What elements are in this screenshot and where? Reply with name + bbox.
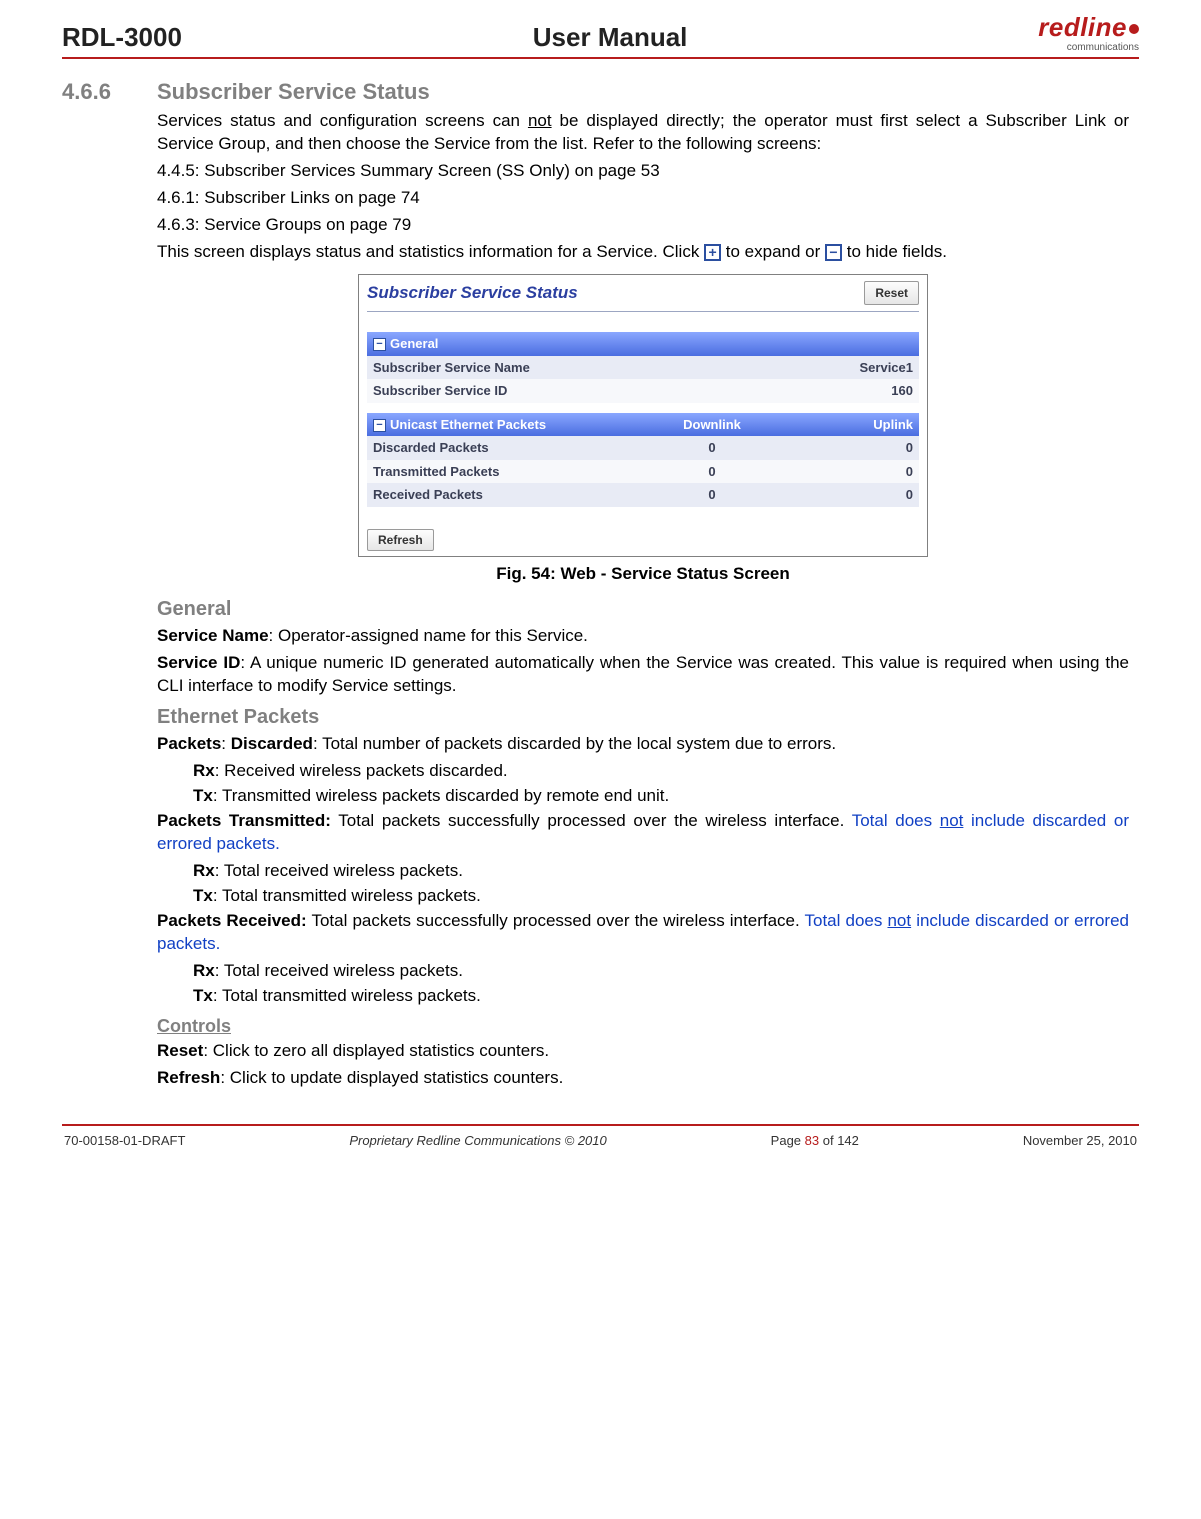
doc-model: RDL-3000	[62, 20, 182, 55]
packets-header: Unicast Ethernet Packets	[390, 417, 546, 432]
service-name-def: Service Name: Operator-assigned name for…	[157, 625, 1129, 648]
section-title: Subscriber Service Status	[157, 77, 430, 107]
divider	[367, 311, 919, 312]
ref-line-1: 4.4.5: Subscriber Services Summary Scree…	[157, 160, 1129, 183]
cell-value: 0	[643, 483, 781, 507]
logo-dot-icon	[1129, 24, 1139, 34]
packets-discarded-def: Packets: Discarded: Total number of pack…	[157, 733, 1129, 756]
cell-value: 0	[643, 460, 781, 484]
intro-paragraph: Services status and configuration screen…	[157, 110, 1129, 156]
plus-icon: +	[704, 244, 721, 261]
svc-name-label: Subscriber Service Name	[367, 356, 765, 380]
cell-value: 0	[781, 483, 919, 507]
rxv-rx: Rx: Total received wireless packets.	[157, 960, 1129, 983]
ref-line-3: 4.6.3: Service Groups on page 79	[157, 214, 1129, 237]
general-header: General	[390, 336, 438, 351]
collapse-icon[interactable]: −	[373, 419, 386, 432]
minus-icon: −	[825, 244, 842, 261]
footer-rule	[62, 1124, 1139, 1126]
doc-title: User Manual	[533, 20, 688, 55]
row-received: Received Packets	[367, 483, 643, 507]
footer-date: November 25, 2010	[1023, 1132, 1137, 1150]
disc-tx: Tx: Transmitted wireless packets discard…	[157, 785, 1129, 808]
logo-text: redline	[1038, 12, 1127, 42]
ethernet-heading: Ethernet Packets	[157, 704, 1129, 731]
cell-value: 0	[781, 436, 919, 460]
panel-title: Subscriber Service Status	[367, 282, 578, 305]
collapse-icon[interactable]: −	[373, 338, 386, 351]
row-discarded: Discarded Packets	[367, 436, 643, 460]
reset-def: Reset: Click to zero all displayed stati…	[157, 1040, 1129, 1063]
screen-desc: This screen displays status and statisti…	[157, 241, 1129, 264]
page-header: RDL-3000 User Manual redline communicati…	[62, 10, 1139, 59]
brand-logo: redline communications	[1038, 10, 1139, 55]
packets-table: −Unicast Ethernet Packets Downlink Uplin…	[367, 413, 919, 507]
packets-transmitted-def: Packets Transmitted: Total packets succe…	[157, 810, 1129, 856]
svc-id-value: 160	[765, 379, 919, 403]
controls-heading: Controls	[157, 1014, 1129, 1038]
packets-received-def: Packets Received: Total packets successf…	[157, 910, 1129, 956]
txm-rx: Rx: Total received wireless packets.	[157, 860, 1129, 883]
general-table: −General Subscriber Service NameService1…	[367, 332, 919, 403]
doc-number: 70-00158-01-DRAFT	[64, 1132, 185, 1150]
embedded-screenshot: Subscriber Service Status Reset −General…	[358, 274, 928, 558]
cell-value: 0	[781, 460, 919, 484]
row-transmitted: Transmitted Packets	[367, 460, 643, 484]
cell-value: 0	[643, 436, 781, 460]
svc-id-label: Subscriber Service ID	[367, 379, 765, 403]
txm-tx: Tx: Total transmitted wireless packets.	[157, 885, 1129, 908]
rxv-tx: Tx: Total transmitted wireless packets.	[157, 985, 1129, 1008]
svc-name-value: Service1	[765, 356, 919, 380]
service-id-def: Service ID: A unique numeric ID generate…	[157, 652, 1129, 698]
page-footer: 70-00158-01-DRAFT Proprietary Redline Co…	[62, 1132, 1139, 1150]
refresh-def: Refresh: Click to update displayed stati…	[157, 1067, 1129, 1090]
general-heading: General	[157, 596, 1129, 623]
refresh-button[interactable]: Refresh	[367, 529, 434, 551]
col-downlink: Downlink	[643, 413, 781, 437]
ref-line-2: 4.6.1: Subscriber Links on page 74	[157, 187, 1129, 210]
section-number: 4.6.6	[62, 77, 157, 107]
figure-caption: Fig. 54: Web - Service Status Screen	[157, 563, 1129, 586]
col-uplink: Uplink	[781, 413, 919, 437]
copyright: Proprietary Redline Communications © 201…	[349, 1132, 606, 1150]
page-number: Page 83 of 142	[771, 1132, 859, 1150]
reset-button[interactable]: Reset	[864, 281, 919, 305]
disc-rx: Rx: Received wireless packets discarded.	[157, 760, 1129, 783]
